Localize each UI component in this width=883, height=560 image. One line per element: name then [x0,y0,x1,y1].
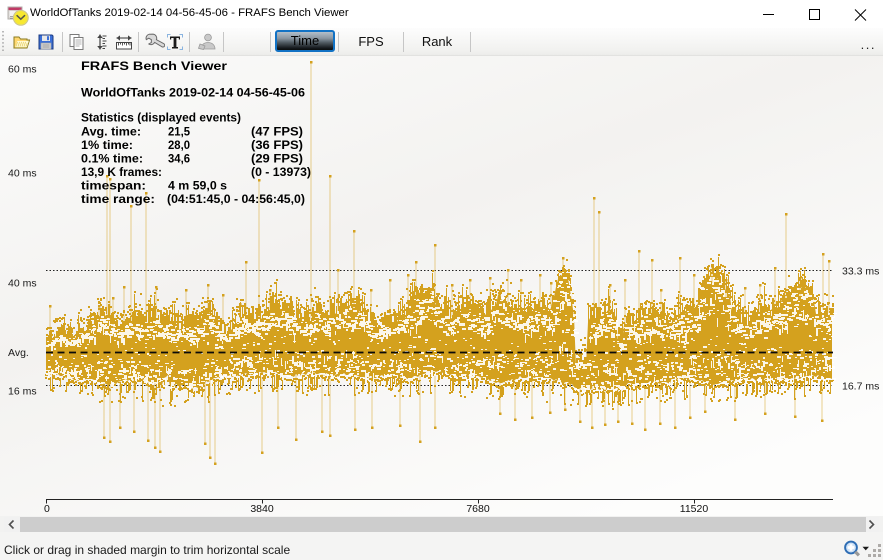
svg-text:16.7 ms: 16.7 ms [842,381,879,393]
svg-text:60 ms: 60 ms [8,64,37,76]
svg-text:7680: 7680 [466,503,490,515]
svg-text:40 ms: 40 ms [8,168,37,180]
svg-text:WorldOfTanks 2019-02-14 04-56-: WorldOfTanks 2019-02-14 04-56-45-06 [81,88,305,100]
svg-text:time range:: time range: [81,194,155,206]
svg-text:(04:51:45,0 - 04:56:45,0): (04:51:45,0 - 04:56:45,0) [167,194,305,206]
svg-text:33.3 ms: 33.3 ms [842,266,879,278]
svg-text:4 m 59,0 s: 4 m 59,0 s [168,181,227,193]
svg-text:(29 FPS): (29 FPS) [251,154,303,166]
svg-text:Statistics (displayed events): Statistics (displayed events) [81,113,241,125]
svg-text:13,9 K frames:: 13,9 K frames: [81,167,162,179]
svg-text:21,5: 21,5 [168,127,191,139]
svg-text:34,6: 34,6 [168,154,190,166]
svg-text:0.1% time:: 0.1% time: [81,154,143,166]
svg-text:Avg.: Avg. [8,347,29,359]
svg-text:16 ms: 16 ms [8,386,37,398]
svg-text:timespan:: timespan: [81,181,146,193]
svg-text:1% time:: 1% time: [81,140,133,152]
svg-text:FRAFS Bench Viewer: FRAFS Bench Viewer [81,61,228,73]
svg-text:(36 FPS): (36 FPS) [251,140,303,152]
svg-text:3840: 3840 [250,503,274,515]
svg-text:(47 FPS): (47 FPS) [251,127,303,139]
svg-text:0: 0 [44,503,50,515]
svg-text:Avg. time:: Avg. time: [81,127,141,139]
svg-text:40 ms: 40 ms [8,278,37,290]
svg-text:28,0: 28,0 [168,140,190,152]
svg-text:(0 - 13973): (0 - 13973) [251,167,311,179]
svg-text:11520: 11520 [680,503,709,515]
